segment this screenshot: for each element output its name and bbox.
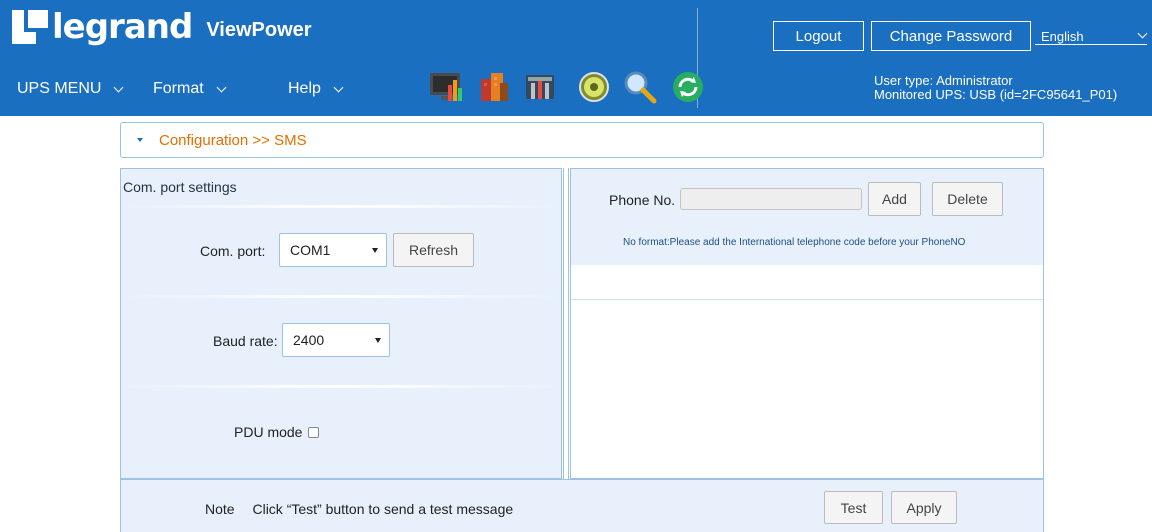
row-separator	[121, 385, 561, 388]
brand-logo: legrand ViewPower	[12, 10, 312, 44]
pdu-mode-checkbox[interactable]	[308, 427, 319, 438]
language-select[interactable]: English	[1033, 21, 1152, 51]
phone-format-hint: No format:Please add the International t…	[623, 237, 966, 248]
phone-number-label: Phone No.	[609, 192, 676, 208]
row-separator	[121, 295, 561, 298]
chevron-down-icon	[114, 82, 124, 92]
buildings-icon[interactable]	[476, 69, 512, 105]
caret-down-icon	[375, 338, 381, 343]
note: Note Click “Test” button to send a test …	[205, 501, 513, 517]
menu-ups-label: UPS MENU	[17, 80, 102, 97]
baud-rate-value: 2400	[293, 332, 325, 348]
add-button[interactable]: Add	[868, 182, 921, 216]
note-label: Note	[205, 501, 235, 517]
menu-help-label: Help	[288, 80, 321, 97]
apply-button[interactable]: Apply	[891, 491, 957, 524]
brand-name: legrand	[52, 7, 193, 47]
menu-ups[interactable]: UPS MENU	[17, 80, 124, 98]
change-password-button[interactable]: Change Password	[871, 21, 1031, 51]
footer-bar: Note Click “Test” button to send a test …	[120, 479, 1044, 532]
phone-number-input[interactable]	[680, 188, 862, 210]
baud-rate-label: Baud rate:	[213, 333, 278, 349]
refresh-icon[interactable]	[670, 69, 706, 105]
chevron-down-icon	[333, 82, 344, 92]
monitor-chart-icon[interactable]	[428, 69, 464, 105]
com-port-label: Com. port:	[200, 243, 266, 259]
pdu-mode-label: PDU mode	[234, 424, 303, 440]
disk-icon[interactable]	[576, 69, 612, 105]
tools-icon[interactable]	[522, 69, 558, 105]
monitored-ups: Monitored UPS: USB (id=2FC95641_P01)	[874, 87, 1118, 102]
refresh-button[interactable]: Refresh	[393, 233, 474, 267]
menu-help[interactable]: Help	[288, 80, 344, 98]
menu-format[interactable]: Format	[153, 80, 227, 98]
legrand-logo-icon	[12, 10, 48, 44]
language-value: English	[1041, 28, 1084, 44]
phone-numbers-panel: Phone No. Add Delete No format:Please ad…	[570, 168, 1044, 479]
breadcrumb: Configuration >> SMS	[120, 122, 1044, 158]
user-info: User type: Administrator Monitored UPS: …	[874, 74, 1117, 102]
user-type: User type: Administrator	[874, 73, 1013, 88]
magnifier-icon[interactable]	[622, 69, 658, 105]
com-port-settings-panel: Com. port settings Com. port: COM1 Refre…	[120, 168, 562, 479]
phone-entry-area: Phone No. Add Delete No format:Please ad…	[571, 169, 1043, 265]
breadcrumb-text: Configuration >> SMS	[159, 131, 307, 149]
row-separator	[121, 205, 561, 208]
caret-down-icon[interactable]	[137, 138, 143, 142]
caret-down-icon	[372, 248, 378, 253]
section-title: Com. port settings	[123, 179, 237, 195]
com-port-value: COM1	[290, 242, 331, 258]
com-port-select[interactable]: COM1	[279, 233, 387, 267]
product-name: ViewPower	[206, 18, 312, 41]
menu-format-label: Format	[153, 80, 204, 97]
note-message: Click “Test” button to send a test messa…	[252, 501, 514, 517]
logout-button[interactable]: Logout	[773, 21, 864, 51]
baud-rate-select[interactable]: 2400	[282, 323, 390, 357]
phone-number-list[interactable]	[571, 299, 1043, 300]
chevron-down-icon	[1137, 28, 1148, 39]
panel-divider	[563, 168, 569, 479]
delete-button[interactable]: Delete	[932, 182, 1003, 216]
chevron-down-icon	[216, 82, 227, 92]
test-button[interactable]: Test	[824, 491, 883, 524]
top-header: legrand ViewPower UPS MENU Format Help L…	[0, 0, 1152, 116]
